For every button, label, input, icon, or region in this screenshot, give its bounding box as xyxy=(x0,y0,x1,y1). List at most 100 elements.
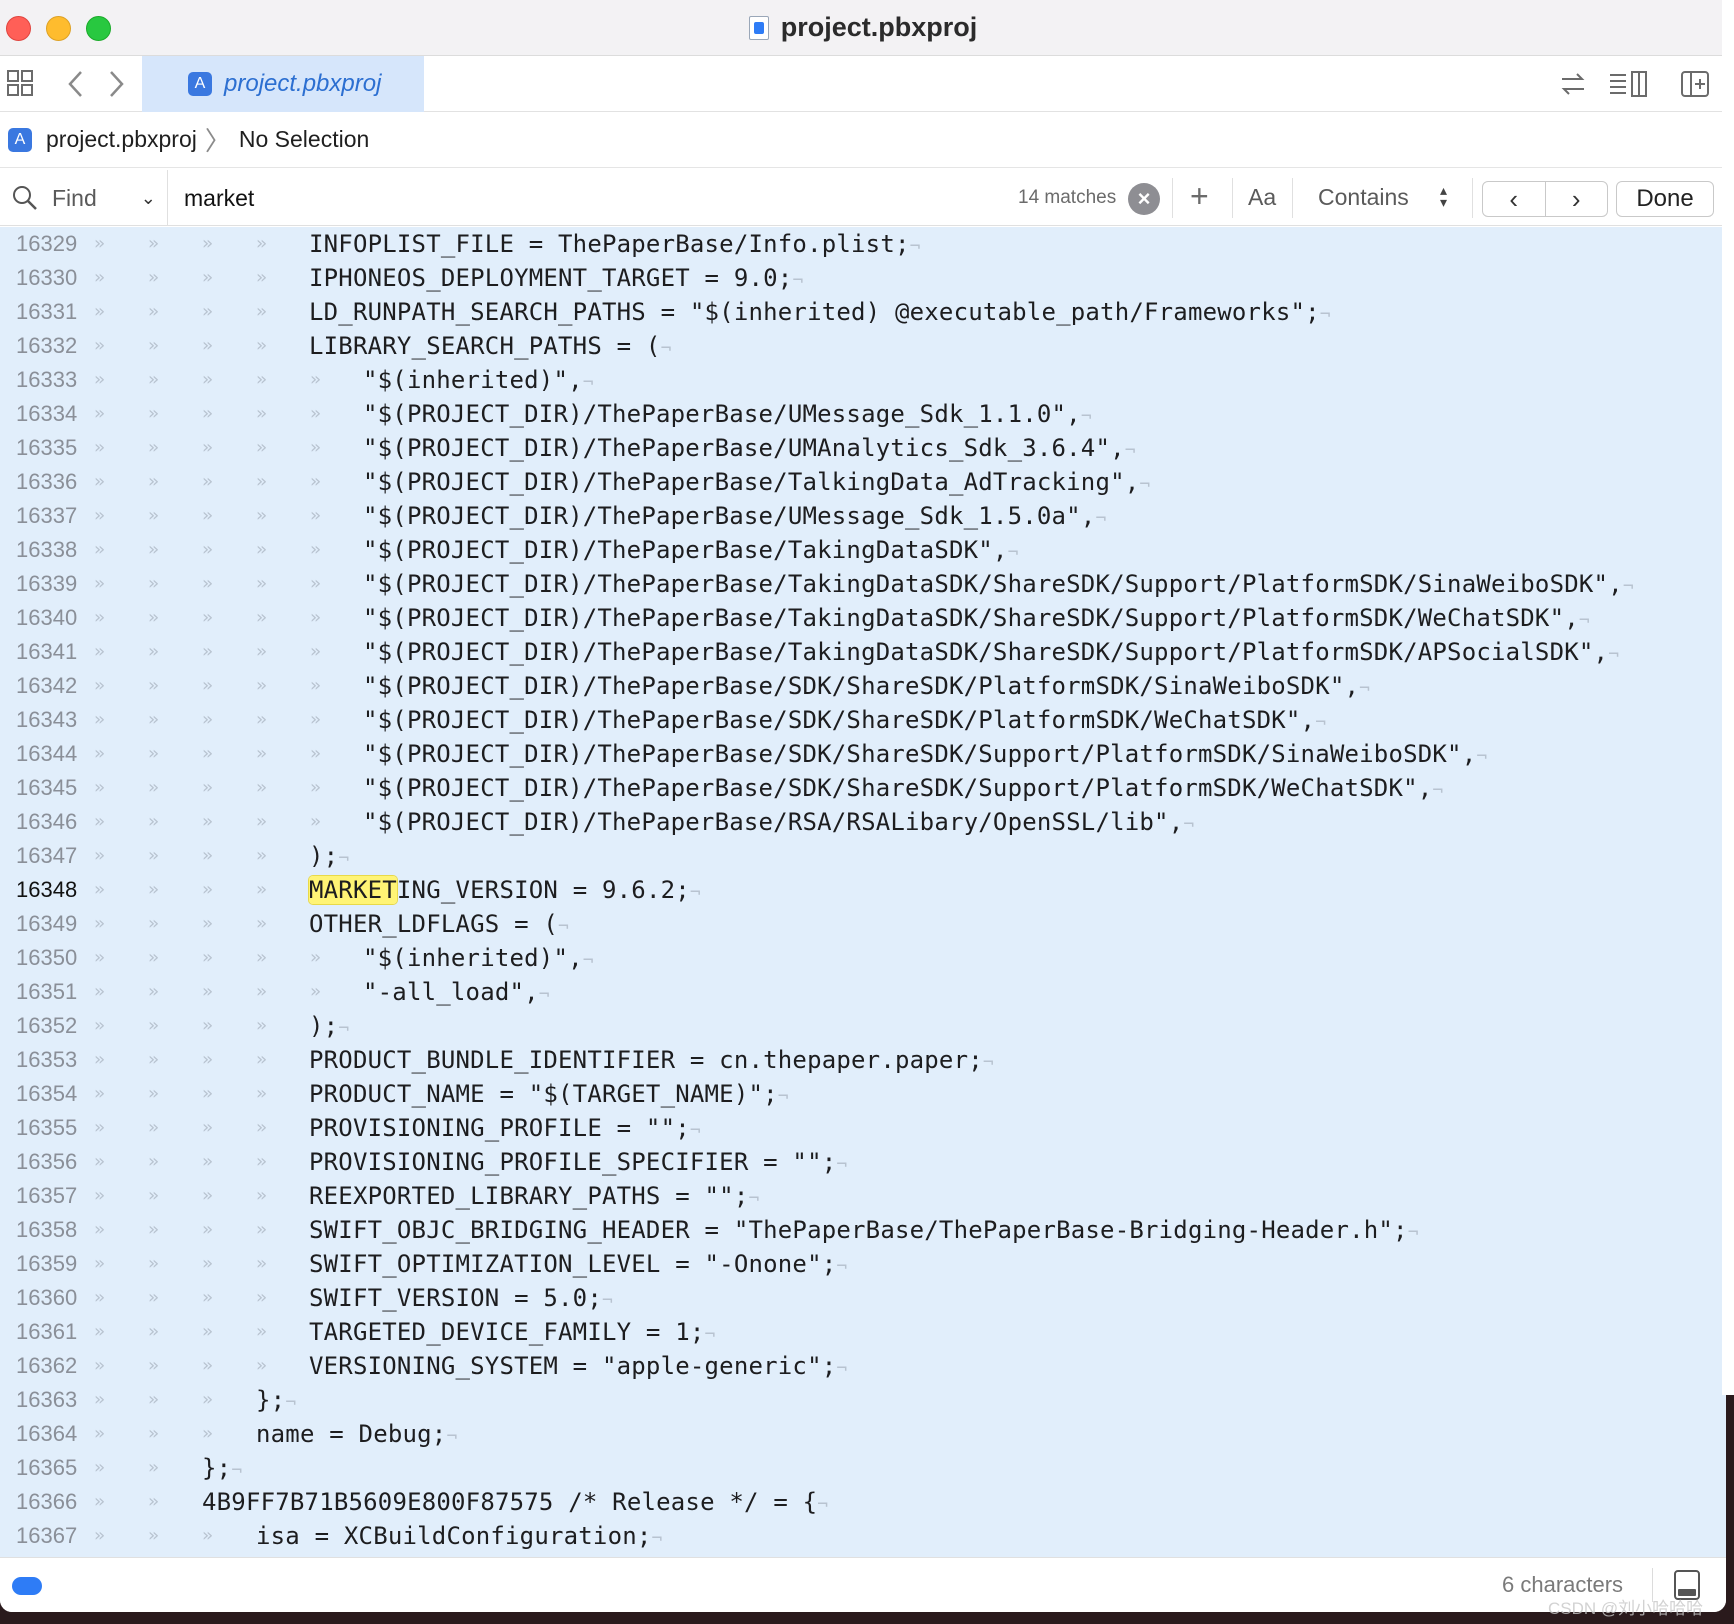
code-text-rest: ING_VERSION = 9.6.2; xyxy=(396,876,690,904)
divider xyxy=(1232,178,1233,218)
code-line[interactable]: 16331»»»» LD_RUNPATH_SEARCH_PATHS = "$(in… xyxy=(0,295,1726,329)
add-search-option-button[interactable]: + xyxy=(1190,178,1209,215)
code-line[interactable]: 16365»»};¬ xyxy=(0,1451,1726,1485)
line-number: 16346 xyxy=(16,809,78,834)
code-line[interactable]: 16336»»»»» "$(PROJECT_DIR)/ThePaperBase/T… xyxy=(0,465,1726,499)
swap-arrows-icon[interactable] xyxy=(1558,69,1588,99)
minimize-window-button[interactable] xyxy=(46,16,71,41)
grid-icon[interactable] xyxy=(6,69,36,99)
add-editor-pane-icon[interactable] xyxy=(1680,69,1710,99)
code-line[interactable]: 16350»»»»» "$(inherited)",¬ xyxy=(0,941,1726,975)
line-end-marker: ¬ xyxy=(1432,780,1444,801)
line-number: 16344 xyxy=(16,741,78,766)
code-text: "$(PROJECT_DIR)/ThePaperBase/TakingDataS… xyxy=(363,638,1620,666)
code-line[interactable]: 16354»»»» PRODUCT_NAME = "$(TARGET_NAME)"… xyxy=(0,1077,1726,1111)
code-line[interactable]: 16334»»»»» "$(PROJECT_DIR)/ThePaperBase/U… xyxy=(0,397,1726,431)
editor-options-icon[interactable] xyxy=(1608,69,1650,99)
code-text: "$(PROJECT_DIR)/ThePaperBase/SDK/ShareSD… xyxy=(363,774,1444,802)
chevron-left-icon[interactable] xyxy=(62,69,92,99)
line-end-marker: ¬ xyxy=(582,950,594,971)
code-line[interactable]: 16330»»»» IPHONEOS_DEPLOYMENT_TARGET = 9.… xyxy=(0,261,1726,295)
code-line[interactable]: 16345»»»»» "$(PROJECT_DIR)/ThePaperBase/S… xyxy=(0,771,1726,805)
tab-project-pbxproj[interactable]: A project.pbxproj xyxy=(142,56,424,112)
code-line[interactable]: 16343»»»»» "$(PROJECT_DIR)/ThePaperBase/S… xyxy=(0,703,1726,737)
code-line[interactable]: 16360»»»» SWIFT_VERSION = 5.0;¬ xyxy=(0,1281,1726,1315)
code-line[interactable]: 16337»»»»» "$(PROJECT_DIR)/ThePaperBase/U… xyxy=(0,499,1726,533)
line-end-marker: ¬ xyxy=(704,1324,716,1345)
line-number: 16356 xyxy=(16,1149,78,1174)
line-end-marker: ¬ xyxy=(1139,474,1151,495)
code-text: SWIFT_VERSION = 5.0;¬ xyxy=(309,1284,614,1312)
find-bar: Find ⌄ 14 matches × + Aa Contains ▴▾ ‹ ›… xyxy=(0,170,1726,226)
code-text: "$(inherited)",¬ xyxy=(363,944,594,972)
previous-match-button[interactable]: ‹ xyxy=(1483,182,1546,216)
code-line[interactable]: 16358»»»» SWIFT_OBJC_BRIDGING_HEADER = "T… xyxy=(0,1213,1726,1247)
code-line[interactable]: 16364»»» name = Debug;¬ xyxy=(0,1417,1726,1451)
code-line[interactable]: 16355»»»» PROVISIONING_PROFILE = "";¬ xyxy=(0,1111,1726,1145)
code-line[interactable]: 16356»»»» PROVISIONING_PROFILE_SPECIFIER … xyxy=(0,1145,1726,1179)
code-text: "$(PROJECT_DIR)/ThePaperBase/UMAnalytics… xyxy=(363,434,1136,462)
zoom-window-button[interactable] xyxy=(86,16,111,41)
line-number: 16333 xyxy=(16,367,78,392)
match-type-select[interactable]: Contains xyxy=(1318,184,1409,211)
code-line[interactable]: 16341»»»»» "$(PROJECT_DIR)/ThePaperBase/T… xyxy=(0,635,1726,669)
code-line[interactable]: 16352»»»»);¬ xyxy=(0,1009,1726,1043)
line-number: 16350 xyxy=(16,945,78,970)
line-number: 16336 xyxy=(16,469,78,494)
code-line[interactable]: 16362»»»» VERSIONING_SYSTEM = "apple-gene… xyxy=(0,1349,1726,1383)
code-line[interactable]: 16361»»»» TARGETED_DEVICE_FAMILY = 1;¬ xyxy=(0,1315,1726,1349)
code-line[interactable]: 16329»»»» INFOPLIST_FILE = ThePaperBase/I… xyxy=(0,227,1726,261)
line-number: 16339 xyxy=(16,571,78,596)
code-line[interactable]: 16359»»»» SWIFT_OPTIMIZATION_LEVEL = "-On… xyxy=(0,1247,1726,1281)
breadcrumb-selection[interactable]: No Selection xyxy=(239,126,369,153)
watermark: CSDN @刘小哈哈哈 xyxy=(1548,1599,1704,1618)
code-line[interactable]: 16335»»»»» "$(PROJECT_DIR)/ThePaperBase/U… xyxy=(0,431,1726,465)
code-text: VERSIONING_SYSTEM = "apple-generic";¬ xyxy=(309,1352,848,1380)
breadcrumb-file[interactable]: project.pbxproj xyxy=(46,126,197,153)
code-line[interactable]: 16344»»»»» "$(PROJECT_DIR)/ThePaperBase/S… xyxy=(0,737,1726,771)
code-text: "$(PROJECT_DIR)/ThePaperBase/RSA/RSALiba… xyxy=(363,808,1195,836)
close-window-button[interactable] xyxy=(6,16,31,41)
line-number: 16351 xyxy=(16,979,78,1004)
line-end-marker: ¬ xyxy=(446,1426,458,1447)
line-number: 16360 xyxy=(16,1285,78,1310)
code-text: INFOPLIST_FILE = ThePaperBase/Info.plist… xyxy=(309,230,921,258)
code-text: );¬ xyxy=(309,842,350,870)
code-line[interactable]: 16339»»»»» "$(PROJECT_DIR)/ThePaperBase/T… xyxy=(0,567,1726,601)
search-input[interactable] xyxy=(184,182,984,214)
code-line[interactable]: 16346»»»»» "$(PROJECT_DIR)/ThePaperBase/R… xyxy=(0,805,1726,839)
code-line[interactable]: 16367»»» isa = XCBuildConfiguration;¬ xyxy=(0,1519,1726,1553)
code-text: TARGETED_DEVICE_FAMILY = 1;¬ xyxy=(309,1318,716,1346)
code-line[interactable]: 16363»»»};¬ xyxy=(0,1383,1726,1417)
code-line[interactable]: 16340»»»»» "$(PROJECT_DIR)/ThePaperBase/T… xyxy=(0,601,1726,635)
line-number: 16361 xyxy=(16,1319,78,1344)
line-number: 16332 xyxy=(16,333,78,358)
line-end-marker: ¬ xyxy=(558,916,570,937)
line-end-marker: ¬ xyxy=(338,848,350,869)
code-line[interactable]: 16353»»»» PRODUCT_BUNDLE_IDENTIFIER = cn.… xyxy=(0,1043,1726,1077)
line-end-marker: ¬ xyxy=(660,338,672,359)
code-line[interactable]: 16342»»»»» "$(PROJECT_DIR)/ThePaperBase/S… xyxy=(0,669,1726,703)
desktop-background xyxy=(1722,0,1734,1395)
done-button[interactable]: Done xyxy=(1616,181,1714,217)
case-sensitive-button[interactable]: Aa xyxy=(1248,184,1276,211)
code-line[interactable]: 16332»»»» LIBRARY_SEARCH_PATHS = (¬ xyxy=(0,329,1726,363)
find-mode-selector[interactable]: Find ⌄ xyxy=(0,170,168,226)
code-line[interactable]: 16347»»»»);¬ xyxy=(0,839,1726,873)
code-line[interactable]: 16349»»»» OTHER_LDFLAGS = (¬ xyxy=(0,907,1726,941)
line-number: 16348 xyxy=(16,877,78,902)
code-text: name = Debug;¬ xyxy=(256,1420,458,1448)
code-editor[interactable]: 16329»»»» INFOPLIST_FILE = ThePaperBase/I… xyxy=(0,227,1726,1557)
code-line[interactable]: 16366»» 4B9FF7B71B5609E800F87575 /* Relea… xyxy=(0,1485,1726,1519)
code-line[interactable]: 16348»»»» MARKETING_VERSION = 9.6.2;¬ xyxy=(0,873,1726,907)
chevron-right-icon[interactable] xyxy=(102,69,132,99)
code-line[interactable]: 16333»»»»» "$(inherited)",¬ xyxy=(0,363,1726,397)
status-indicator-icon[interactable] xyxy=(12,1577,42,1595)
code-line[interactable]: 16338»»»»» "$(PROJECT_DIR)/ThePaperBase/T… xyxy=(0,533,1726,567)
line-end-marker: ¬ xyxy=(1080,406,1092,427)
code-line[interactable]: 16351»»»»» "-all_load",¬ xyxy=(0,975,1726,1009)
clear-search-button[interactable]: × xyxy=(1128,183,1160,215)
code-line[interactable]: 16357»»»» REEXPORTED_LIBRARY_PATHS = "";¬ xyxy=(0,1179,1726,1213)
window-controls xyxy=(6,16,111,41)
next-match-button[interactable]: › xyxy=(1546,182,1608,216)
